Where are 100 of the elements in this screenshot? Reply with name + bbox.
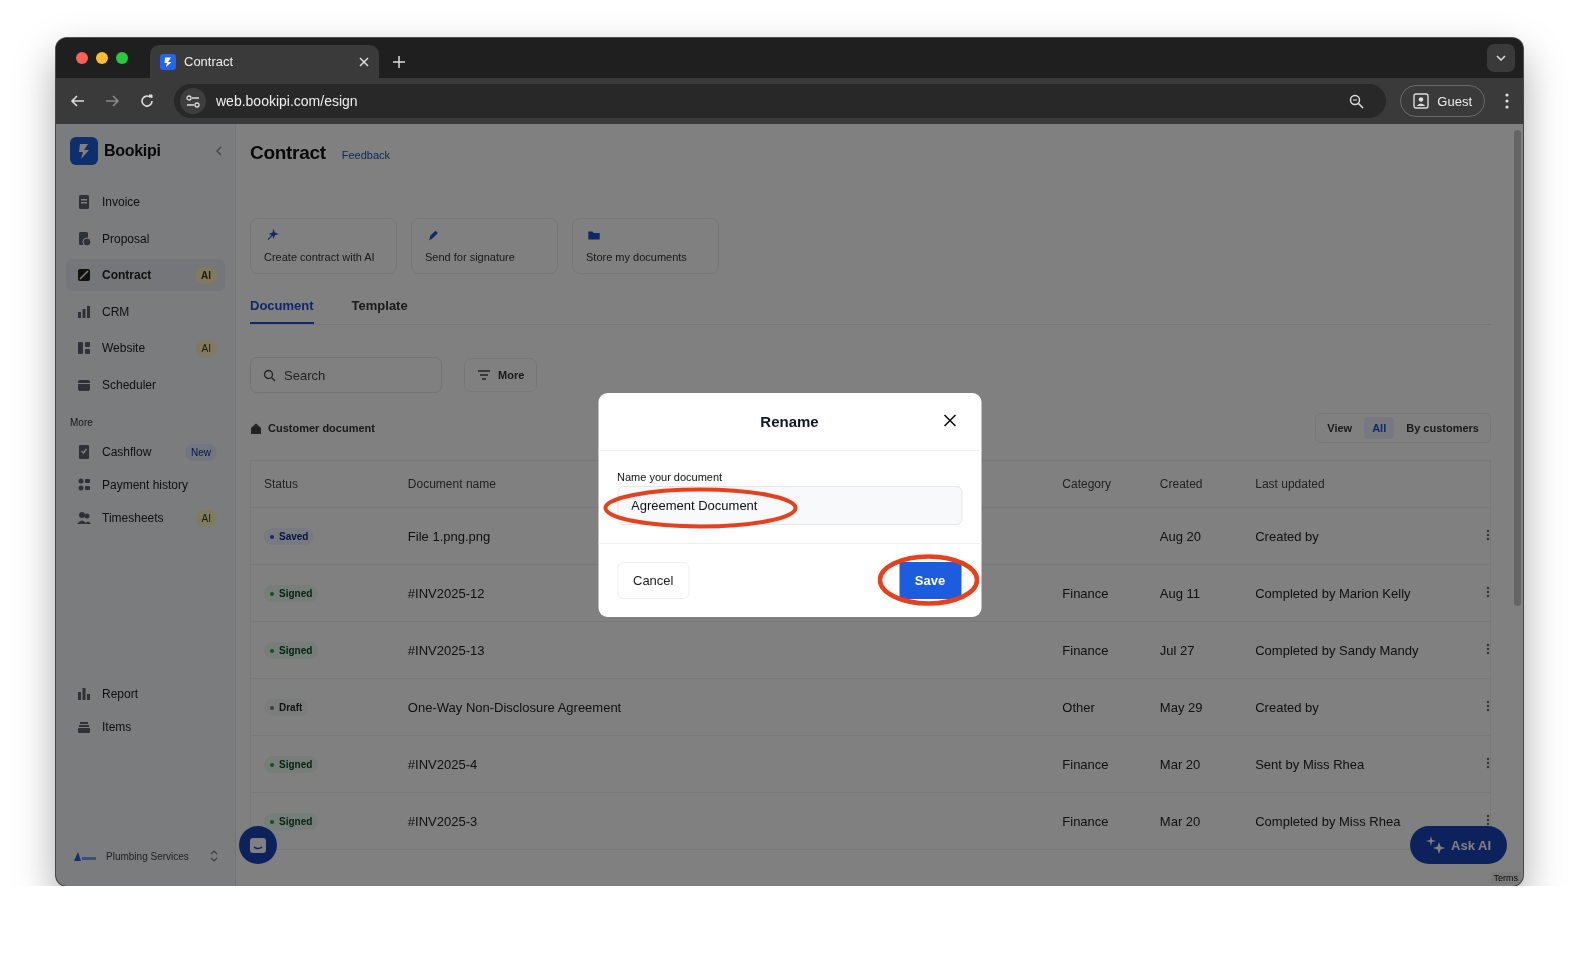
section-label: More xyxy=(70,417,94,428)
table-cell: Aug 20 xyxy=(1146,507,1243,565)
favicon-icon xyxy=(160,53,176,70)
browser-tab[interactable]: Contract xyxy=(150,45,379,78)
table-cell: #INV2025-3 xyxy=(394,792,1050,850)
sidebar-item[interactable]: Items xyxy=(66,711,225,743)
table-cell: Finance xyxy=(1049,621,1147,679)
table-cell: Aug 11 xyxy=(1146,564,1243,622)
save-button[interactable]: Save xyxy=(899,562,961,599)
sidebar-item[interactable]: Payment history xyxy=(66,469,225,501)
scrollbar[interactable] xyxy=(1514,130,1521,606)
plus-icon[interactable] xyxy=(393,56,405,68)
page-title: Contract xyxy=(250,142,326,164)
feedback-link[interactable]: Feedback xyxy=(341,149,391,161)
column-header: Created xyxy=(1146,460,1243,508)
status-badge: Signed xyxy=(264,642,319,660)
action-card[interactable]: Create contract with AI xyxy=(250,218,397,274)
table-cell: May 29 xyxy=(1146,678,1243,736)
receipt-icon xyxy=(76,444,92,460)
status-badge: Signed xyxy=(264,813,319,831)
profile-button[interactable]: Guest xyxy=(1400,85,1485,117)
tab[interactable]: Template xyxy=(351,292,408,324)
window-controls-icon xyxy=(76,52,128,64)
sidebar-item[interactable]: Scheduler xyxy=(66,368,225,401)
section-title: Customer document xyxy=(268,422,375,434)
table-cell: Finance xyxy=(1049,564,1147,622)
badge: AI xyxy=(195,266,217,284)
table-cell: Jul 27 xyxy=(1146,621,1243,679)
table-cell: Other xyxy=(1049,678,1147,736)
chevron-updown-icon xyxy=(209,849,219,863)
logo-icon xyxy=(70,137,98,165)
sparkle-icon xyxy=(1426,836,1445,854)
column-header: Last updated xyxy=(1242,460,1473,508)
sidebar-item[interactable]: Contract AI xyxy=(66,259,225,291)
chevron-down-icon xyxy=(1496,55,1506,61)
cancel-button[interactable]: Cancel xyxy=(617,562,690,599)
table-cell: Created by xyxy=(1242,507,1473,565)
brand-name: Bookipi xyxy=(104,142,162,160)
pen-square-icon xyxy=(76,267,92,283)
address-bar[interactable]: web.bookipi.com/esign xyxy=(174,84,1387,118)
sidebar-item[interactable]: Report xyxy=(66,678,225,710)
back-icon[interactable] xyxy=(70,94,85,108)
sidebar-item[interactable]: Timesheets AI xyxy=(66,502,225,534)
status-badge: Signed xyxy=(264,585,319,603)
status-badge: Signed xyxy=(264,756,319,774)
close-icon[interactable] xyxy=(359,56,369,67)
ask-ai-button[interactable]: Ask AI xyxy=(1410,826,1507,864)
action-card[interactable]: Store my documents xyxy=(572,218,719,274)
action-card[interactable]: Send for signature xyxy=(411,218,558,274)
filter-icon xyxy=(477,369,491,381)
dialog-title: Rename xyxy=(760,413,819,430)
table-cell: Sent by Miss Rhea xyxy=(1242,735,1473,793)
column-header: Category xyxy=(1049,460,1147,508)
more-vertical-icon[interactable] xyxy=(1505,93,1509,109)
close-icon xyxy=(943,414,956,427)
recaptcha-terms[interactable]: Terms xyxy=(1490,872,1521,884)
reload-icon[interactable] xyxy=(140,94,154,108)
tab-menu-button[interactable] xyxy=(1487,44,1515,72)
table-cell: Finance xyxy=(1049,792,1147,850)
status-badge: Draft xyxy=(264,699,309,717)
status-badge: Saved xyxy=(264,528,315,546)
table-cell: Completed by Sandy Mandy xyxy=(1242,621,1473,679)
sidebar-item[interactable]: CRM xyxy=(66,295,225,328)
view-switcher: View All By customers xyxy=(1315,413,1491,443)
folder-icon xyxy=(586,229,602,242)
field-label: Name your document xyxy=(617,471,724,483)
bar-chart-icon xyxy=(76,303,92,320)
table-cell: Completed by Marion Kelly xyxy=(1242,564,1473,622)
column-header: Status xyxy=(250,460,395,508)
badge: New xyxy=(185,443,217,461)
more-button[interactable]: More xyxy=(464,358,538,392)
table-cell: #INV2025-4 xyxy=(394,735,1050,793)
site-settings-icon[interactable] xyxy=(186,94,200,108)
workspace-switcher[interactable]: Plumbing Services xyxy=(66,844,225,868)
sidebar-item[interactable]: Proposal xyxy=(66,222,225,255)
document-clock-icon xyxy=(76,230,92,247)
stack-icon xyxy=(76,719,92,735)
sidebar-item[interactable]: Website AI xyxy=(66,332,225,364)
chat-icon xyxy=(249,836,267,854)
people-icon xyxy=(76,510,92,526)
tab[interactable]: Document xyxy=(250,292,314,324)
close-button[interactable] xyxy=(943,414,956,427)
forward-icon[interactable] xyxy=(105,94,120,108)
table-cell: One-Way Non-Disclosure Agreement xyxy=(394,678,1050,736)
view-option[interactable]: All xyxy=(1364,417,1395,439)
sidebar-item[interactable]: Invoice xyxy=(66,186,225,218)
table-cell: Mar 20 xyxy=(1146,792,1243,850)
search-field[interactable]: Search xyxy=(250,357,442,393)
home-icon xyxy=(250,422,262,434)
sidebar-item[interactable]: Cashflow New xyxy=(66,436,225,468)
zoom-icon[interactable] xyxy=(1349,93,1365,109)
document-icon xyxy=(76,194,92,210)
bar-chart-icon xyxy=(76,686,92,702)
table-cell: Mar 20 xyxy=(1146,735,1243,793)
view-option[interactable]: By customers xyxy=(1398,417,1487,439)
table-cell: #INV2025-13 xyxy=(394,621,1050,679)
search-icon xyxy=(263,369,276,382)
name-field[interactable]: Agreement Document xyxy=(617,486,962,525)
person-icon xyxy=(1413,93,1430,109)
badge: AI xyxy=(195,509,217,527)
